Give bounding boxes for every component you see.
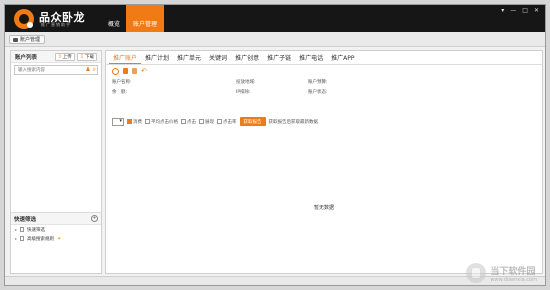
window-controls: ▾ — □ ✕ <box>501 7 539 14</box>
checkbox-icon[interactable] <box>181 118 186 124</box>
region-label: 投放地域: <box>236 80 256 85</box>
watermark-title: 当下软件园 <box>490 266 536 277</box>
download-label: 下载 <box>85 54 94 60</box>
budget-label: 账户预算: <box>308 80 328 85</box>
tab-promo-creative[interactable]: 推广创意 <box>231 51 263 64</box>
account-list-header: 账户列表 ⇧ 上传 ⇩ 下载 <box>11 51 101 63</box>
watermark-logo-icon <box>466 263 487 283</box>
advanced-search-item[interactable]: ▸ 高级搜索规则 ✦ <box>11 234 101 243</box>
upload-label: 上传 <box>62 54 72 60</box>
tab-promo-account[interactable]: 推广账户 <box>109 51 142 64</box>
quick-filter-item-label: 快速筛选 <box>27 227 46 233</box>
account-manage-label: 账户管理 <box>20 37 41 43</box>
checkbox-icon[interactable] <box>127 118 132 124</box>
time-range-select[interactable] <box>112 117 124 126</box>
option-impressions[interactable]: 展现 <box>199 118 214 125</box>
search-icons: ♟ ⌕ <box>85 66 96 74</box>
advanced-search-label: 高级搜索规则 <box>27 236 55 242</box>
menu-dropdown-icon[interactable]: ▾ <box>501 7 504 14</box>
expand-arrow-icon[interactable]: ▸ <box>15 236 17 241</box>
account-name-label: 账户名称: <box>112 80 132 85</box>
briefcase-icon <box>13 37 18 42</box>
toolbar: 账户管理 <box>5 32 545 47</box>
document-icon <box>20 227 25 232</box>
quick-filter-header: 快速筛选 + <box>11 213 101 225</box>
tab-promo-phone[interactable]: 推广电话 <box>295 51 327 64</box>
main-nav: 概览 账户管理 <box>102 5 165 32</box>
nav-overview[interactable]: 概览 <box>102 5 126 32</box>
tab-promo-sublink[interactable]: 推广子链 <box>263 51 295 64</box>
close-icon[interactable]: ✕ <box>534 7 539 14</box>
checkbox-icon[interactable] <box>199 118 204 124</box>
main-content-panel: 推广账户 推广计划 推广单元 关键词 推广创意 推广子链 推广电话 推广APP … <box>105 50 543 274</box>
brand-subtitle: 推广营销助手 <box>41 22 71 27</box>
document-icon <box>20 236 25 241</box>
option-avg-cpc[interactable]: 平均点击价格 <box>145 118 178 125</box>
checkbox-icon[interactable] <box>145 118 150 124</box>
report-hint: 获取报告后获取最新数据 <box>268 119 319 125</box>
app-window: 品众卧龙 推广营销助手 概览 账户管理 ▾ — □ ✕ 账户管理 账户列表 ⇧ … <box>4 4 546 286</box>
account-list-title: 账户列表 <box>15 54 38 61</box>
balance-label: 余 额: <box>112 90 128 95</box>
account-search: ♟ ⌕ <box>14 65 98 76</box>
ip-exclude-label: IP排除: <box>236 90 251 95</box>
minimize-icon[interactable]: — <box>510 7 516 14</box>
watermark: 当下软件园 www.downxia.com <box>466 263 537 283</box>
checkbox-icon[interactable] <box>217 118 222 124</box>
upload-icon: ⇧ <box>57 53 62 60</box>
account-manage-button[interactable]: 账户管理 <box>9 35 46 44</box>
account-list <box>11 78 101 223</box>
nav-account-management[interactable]: 账户管理 <box>126 5 165 32</box>
tab-promo-app[interactable]: 推广APP <box>327 51 358 64</box>
download-icon: ⇩ <box>79 53 84 60</box>
status-label: 账户状态: <box>308 90 328 95</box>
account-list-panel: 账户列表 ⇧ 上传 ⇩ 下载 ♟ ⌕ 快速筛选 + ▸ <box>10 50 102 274</box>
cloud-download-icon[interactable] <box>112 67 119 75</box>
option-consume[interactable]: 消费 <box>127 118 142 125</box>
brand-logo-icon <box>14 9 34 29</box>
app-header: 品众卧龙 推广营销助手 概览 账户管理 ▾ — □ ✕ <box>5 5 545 32</box>
watermark-url: www.downxia.com <box>490 276 537 283</box>
maximize-icon[interactable]: □ <box>522 7 528 14</box>
export-icon[interactable] <box>123 68 128 74</box>
tab-promo-unit[interactable]: 推广单元 <box>173 51 205 64</box>
quick-filter-item[interactable]: ▸ 快速筛选 <box>11 225 101 234</box>
option-ctr[interactable]: 点击率 <box>217 118 237 125</box>
star-icon: ✦ <box>57 235 62 242</box>
account-info: 账户名称: 投放地域: 账户预算: 余 额: IP排除: 账户状态: <box>106 77 542 101</box>
status-bar <box>5 276 545 285</box>
action-icons: ↶ <box>106 65 542 77</box>
content-tabs: 推广账户 推广计划 推广单元 关键词 推广创意 推广子链 推广电话 推广APP <box>106 51 542 65</box>
download-button[interactable]: ⇩ 下载 <box>76 52 97 61</box>
search-icon[interactable]: ⌕ <box>93 66 96 74</box>
undo-icon[interactable]: ↶ <box>141 67 148 75</box>
quick-filter-panel: 快速筛选 + ▸ 快速筛选 ▸ 高级搜索规则 ✦ <box>11 212 101 274</box>
get-report-button[interactable]: 获取报告 <box>239 117 266 126</box>
empty-state-text: 暂无数据 <box>313 205 334 211</box>
expand-arrow-icon[interactable]: ▸ <box>15 227 17 232</box>
upload-button[interactable]: ⇧ 上传 <box>54 52 75 61</box>
user-filter-icon[interactable]: ♟ <box>85 66 90 74</box>
tab-keywords[interactable]: 关键词 <box>205 51 231 64</box>
add-filter-icon[interactable]: + <box>91 215 98 222</box>
report-filter-bar: 消费 平均点击价格 点击 展现 点击率 获取报告 获取报告后获取最新数据 <box>112 117 318 126</box>
option-clicks[interactable]: 点击 <box>181 118 196 125</box>
tab-promo-plan[interactable]: 推广计划 <box>141 51 173 64</box>
import-icon[interactable] <box>132 68 137 74</box>
quick-filter-title: 快速筛选 <box>14 216 37 223</box>
